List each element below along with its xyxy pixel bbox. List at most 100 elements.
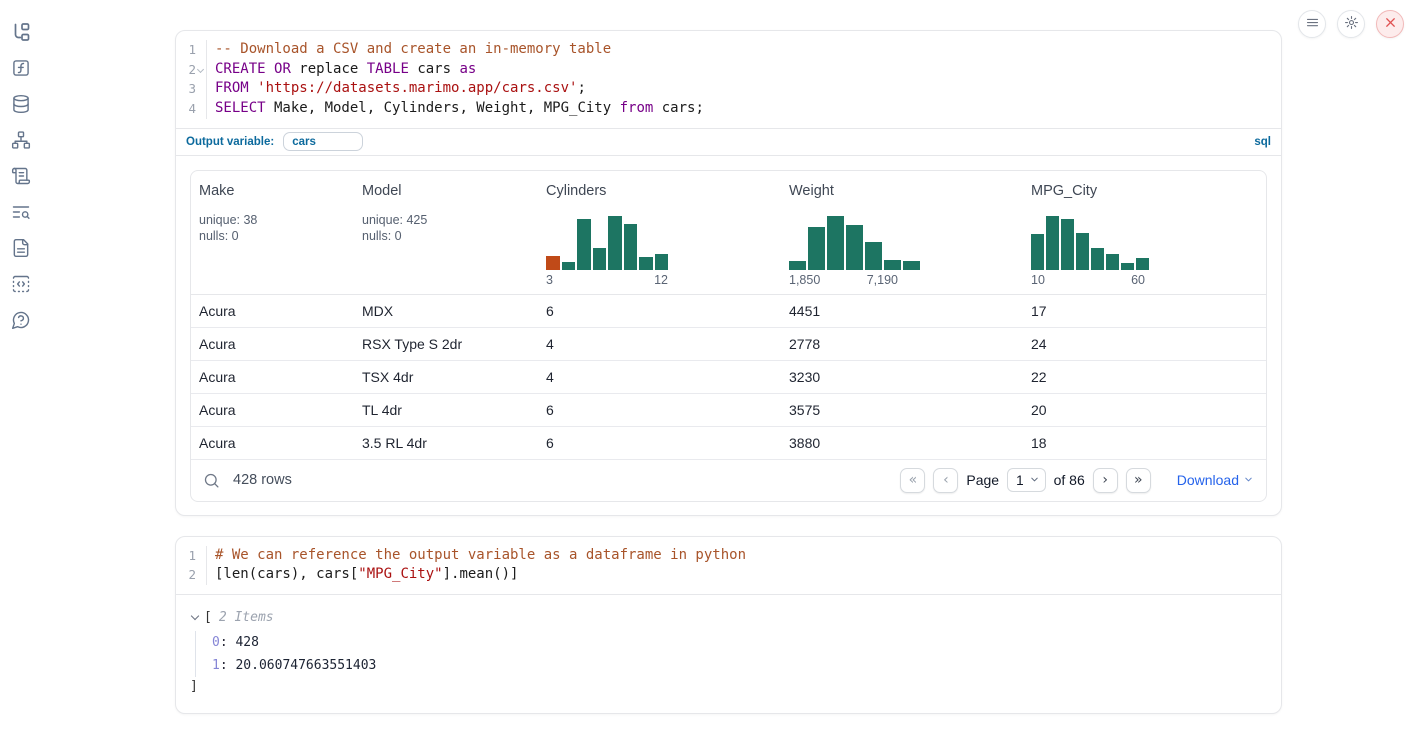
last-page-button[interactable]: » bbox=[1126, 468, 1151, 493]
histogram-bar bbox=[624, 224, 638, 269]
column-name: Weight bbox=[789, 183, 1015, 199]
histogram-max-label: 7,190 bbox=[867, 273, 898, 287]
table-body: AcuraMDX6445117AcuraRSX Type S 2dr427782… bbox=[191, 295, 1266, 460]
table-cell: 20 bbox=[1023, 402, 1266, 418]
dependency-graph-icon[interactable] bbox=[11, 130, 31, 150]
table-cell: 6 bbox=[538, 402, 781, 418]
python-output: [ 2 Items 0: 4281: 20.060747663551403 ] bbox=[176, 595, 1281, 713]
line-number: 2 bbox=[176, 60, 206, 80]
table-cell: 4451 bbox=[781, 303, 1023, 319]
sql-code[interactable]: -- Download a CSV and create an in-memor… bbox=[206, 40, 1281, 119]
line-number: 2 bbox=[176, 565, 206, 585]
line-number: 1 bbox=[176, 40, 206, 60]
close-icon bbox=[1383, 15, 1398, 33]
code-line[interactable]: SELECT Make, Model, Cylinders, Weight, M… bbox=[215, 99, 1281, 119]
code-line[interactable]: -- Download a CSV and create an in-memor… bbox=[215, 40, 1281, 60]
sidebar bbox=[11, 22, 31, 330]
column-name: Model bbox=[362, 183, 530, 199]
code-line[interactable]: CREATE OR replace TABLE cars as bbox=[215, 60, 1281, 80]
variables-icon[interactable] bbox=[11, 58, 31, 78]
help-icon[interactable] bbox=[11, 310, 31, 330]
page-label: Page bbox=[966, 472, 999, 488]
topbar-controls bbox=[1298, 10, 1404, 38]
output-item: 0: 428 bbox=[212, 631, 1267, 654]
histogram-bar bbox=[827, 216, 844, 270]
histogram-bar bbox=[655, 254, 669, 270]
table-cell: 4 bbox=[538, 336, 781, 352]
output-item: 1: 20.060747663551403 bbox=[212, 654, 1267, 677]
column-header-make[interactable]: Makeunique: 38nulls: 0 bbox=[191, 171, 354, 294]
page-select-value: 1 bbox=[1016, 473, 1024, 488]
table-cell: 3.5 RL 4dr bbox=[354, 435, 538, 451]
table-cell: RSX Type S 2dr bbox=[354, 336, 538, 352]
file-explorer-icon[interactable] bbox=[11, 22, 31, 42]
py-code[interactable]: # We can reference the output variable a… bbox=[206, 546, 1281, 585]
output-variable-input[interactable] bbox=[283, 132, 363, 151]
histogram-bar bbox=[639, 257, 653, 270]
first-page-button[interactable]: « bbox=[900, 468, 925, 493]
code-line[interactable]: # We can reference the output variable a… bbox=[215, 546, 1281, 566]
histogram-bar bbox=[1076, 233, 1089, 270]
notebook-main: 1234 -- Download a CSV and create an in-… bbox=[175, 30, 1282, 714]
output-items: 0: 4281: 20.060747663551403 bbox=[195, 631, 1267, 677]
sql-code-editor[interactable]: 1234 -- Download a CSV and create an in-… bbox=[176, 31, 1281, 128]
shutdown-button[interactable] bbox=[1376, 10, 1404, 38]
sql-output-region: Makeunique: 38nulls: 0 Model unique: 425nu… bbox=[176, 156, 1281, 515]
fold-chevron-icon[interactable] bbox=[196, 60, 206, 80]
language-badge[interactable]: sql bbox=[1254, 136, 1271, 148]
settings-button[interactable] bbox=[1337, 10, 1365, 38]
table-cell: TSX 4dr bbox=[354, 369, 538, 385]
logs-icon[interactable] bbox=[11, 202, 31, 222]
sql-cell-footer: Output variable: sql bbox=[176, 128, 1281, 156]
next-page-button[interactable]: › bbox=[1093, 468, 1118, 493]
column-header-cylinders[interactable]: Cylinders312 bbox=[538, 171, 781, 294]
output-variable-label: Output variable: bbox=[186, 136, 274, 148]
histogram-bar bbox=[1091, 248, 1104, 270]
documentation-icon[interactable] bbox=[11, 238, 31, 258]
download-button[interactable]: Download bbox=[1177, 472, 1254, 488]
histogram-bar bbox=[865, 242, 882, 270]
column-header-weight[interactable]: Weight 1,8507,190 bbox=[781, 171, 1023, 294]
scratchpad-icon[interactable] bbox=[11, 166, 31, 186]
page-select[interactable]: 1 bbox=[1007, 468, 1046, 492]
column-stats: unique: 425nulls: 0 bbox=[362, 212, 530, 245]
table-cell: 6 bbox=[538, 303, 781, 319]
column-header-mpg_city[interactable]: MPG_City1060 bbox=[1023, 171, 1266, 294]
fold-chevron-icon bbox=[196, 99, 206, 119]
column-histogram: 1,8507,190 bbox=[789, 216, 920, 287]
sql-cell: 1234 -- Download a CSV and create an in-… bbox=[175, 30, 1282, 516]
histogram-bar bbox=[903, 261, 920, 270]
table-cell: Acura bbox=[191, 435, 354, 451]
table-cell: 3880 bbox=[781, 435, 1023, 451]
close-bracket: ] bbox=[190, 679, 1267, 698]
code-line[interactable]: FROM 'https://datasets.marimo.app/cars.c… bbox=[215, 79, 1281, 99]
collapse-chevron-icon[interactable] bbox=[190, 612, 201, 623]
histogram-bar bbox=[577, 219, 591, 270]
cars-table: Makeunique: 38nulls: 0 Model unique: 425nu… bbox=[190, 170, 1267, 502]
histogram-bar bbox=[884, 260, 901, 270]
items-count: 2 Items bbox=[219, 610, 274, 625]
line-number: 3 bbox=[176, 79, 206, 99]
histogram-bar bbox=[546, 256, 560, 270]
table-cell: TL 4dr bbox=[354, 402, 538, 418]
menu-button[interactable] bbox=[1298, 10, 1326, 38]
histogram-bar bbox=[608, 216, 622, 270]
datasources-icon[interactable] bbox=[11, 94, 31, 114]
search-icon[interactable] bbox=[203, 472, 220, 489]
column-stats: unique: 38nulls: 0 bbox=[199, 212, 346, 245]
histogram-bar bbox=[808, 227, 825, 270]
snippets-icon[interactable] bbox=[11, 274, 31, 294]
prev-page-button[interactable]: ‹ bbox=[933, 468, 958, 493]
table-footer: 428 rows « ‹ Page 1 of 86 › » bbox=[191, 460, 1266, 501]
py-line-numbers: 12 bbox=[176, 546, 206, 585]
menu-icon bbox=[1305, 15, 1320, 33]
histogram-min-label: 3 bbox=[546, 273, 553, 287]
table-cell: 24 bbox=[1023, 336, 1266, 352]
column-header-model[interactable]: Model unique: 425nulls: 0 bbox=[354, 171, 538, 294]
python-cell: 12 # We can reference the output variabl… bbox=[175, 536, 1282, 714]
histogram-bar bbox=[1046, 216, 1059, 270]
code-line[interactable]: [len(cars), cars["MPG_City"].mean()] bbox=[215, 565, 1281, 585]
table-cell: 6 bbox=[538, 435, 781, 451]
table-cell: 3575 bbox=[781, 402, 1023, 418]
py-code-editor[interactable]: 12 # We can reference the output variabl… bbox=[176, 537, 1281, 594]
